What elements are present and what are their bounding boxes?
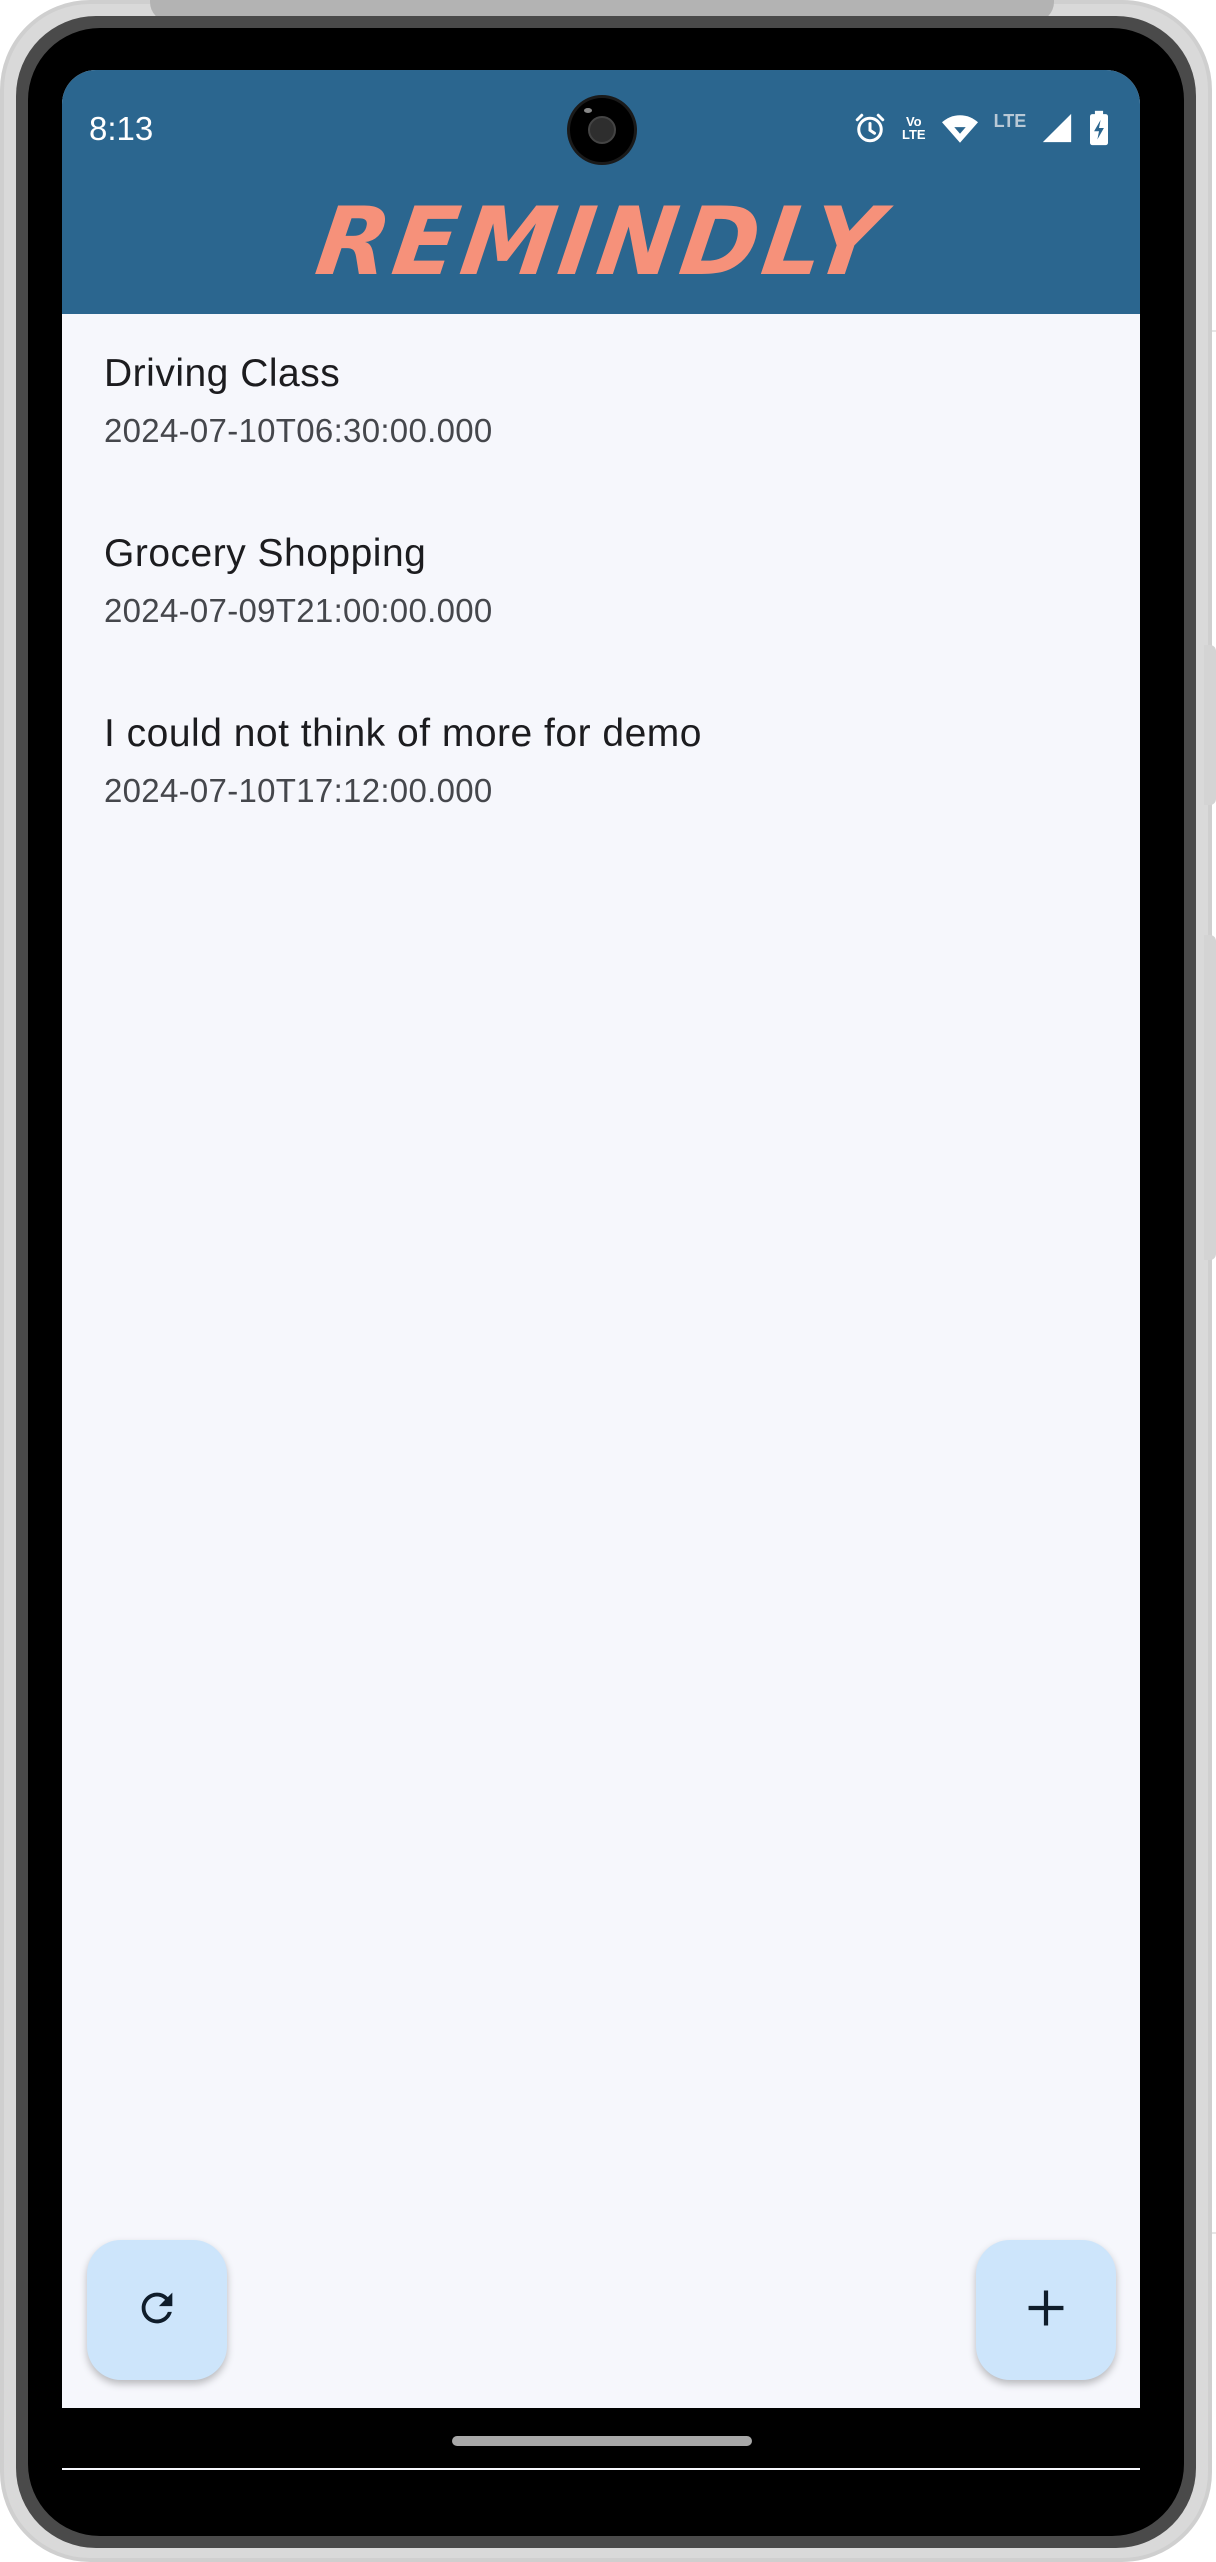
battery-charging-icon bbox=[1088, 110, 1110, 146]
reminder-title: Driving Class bbox=[104, 352, 341, 395]
stage: 8:13 Vo LTE LTE REMINDLY Driving Class 2… bbox=[0, 0, 1216, 2562]
status-icons: Vo LTE LTE bbox=[852, 108, 1110, 148]
plus-icon bbox=[1023, 2285, 1069, 2336]
volume-button bbox=[1204, 645, 1216, 805]
reminder-datetime: 2024-07-09T21:00:00.000 bbox=[104, 592, 493, 629]
power-button bbox=[1204, 935, 1216, 1260]
status-time: 8:13 bbox=[89, 110, 154, 147]
camera-lens bbox=[588, 116, 616, 144]
alarm-icon bbox=[852, 110, 888, 146]
list-item[interactable]: I could not think of more for demo 2024-… bbox=[62, 674, 1140, 854]
reminder-title: Grocery Shopping bbox=[104, 532, 427, 575]
reminder-list: Driving Class 2024-07-10T06:30:00.000 Gr… bbox=[62, 314, 1140, 854]
cell-signal-icon bbox=[1040, 111, 1074, 145]
wifi-icon bbox=[940, 110, 980, 146]
refresh-icon bbox=[134, 2285, 180, 2336]
navigation-bar bbox=[62, 2408, 1140, 2468]
volte-label-bottom: LTE bbox=[902, 127, 926, 142]
volte-icon: Vo LTE bbox=[902, 115, 926, 141]
home-indicator[interactable] bbox=[452, 2436, 752, 2446]
app-bar: 8:13 Vo LTE LTE REMINDLY bbox=[62, 70, 1140, 314]
lte-icon: LTE bbox=[993, 110, 1027, 131]
add-reminder-button[interactable] bbox=[976, 2240, 1116, 2380]
refresh-button[interactable] bbox=[87, 2240, 227, 2380]
app-screen: 8:13 Vo LTE LTE REMINDLY Driving Class 2… bbox=[62, 70, 1140, 2470]
list-item[interactable]: Grocery Shopping 2024-07-09T21:00:00.000 bbox=[62, 494, 1140, 674]
reminder-title: I could not think of more for demo bbox=[104, 712, 702, 755]
reminder-datetime: 2024-07-10T06:30:00.000 bbox=[104, 412, 493, 449]
front-camera bbox=[570, 98, 634, 162]
list-item[interactable]: Driving Class 2024-07-10T06:30:00.000 bbox=[62, 314, 1140, 494]
camera-glint bbox=[584, 108, 592, 113]
reminder-datetime: 2024-07-10T17:12:00.000 bbox=[104, 772, 493, 809]
app-logo-title: REMINDLY bbox=[309, 188, 893, 297]
